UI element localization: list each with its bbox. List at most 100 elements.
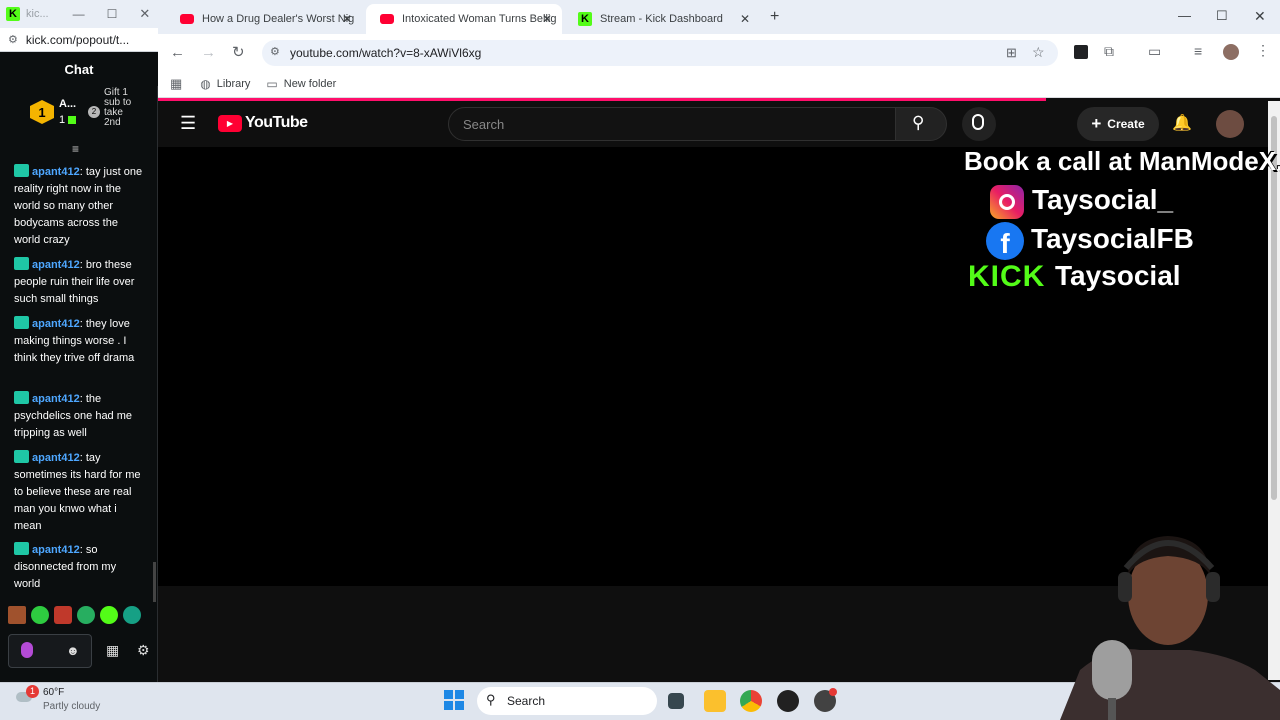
bookmark-star-icon[interactable]: ☆ xyxy=(1032,44,1045,61)
kick-logo: KICK xyxy=(968,260,1046,293)
tab-title: Stream - Kick Dashboard xyxy=(600,13,723,25)
task-view-icon[interactable] xyxy=(668,693,684,709)
windows-start-icon[interactable] xyxy=(444,690,464,710)
search-icon: ⚲ xyxy=(912,113,925,132)
chat-username[interactable]: apant412 xyxy=(32,544,80,556)
window-minimize-icon[interactable]: — xyxy=(1178,8,1191,23)
chat-message: apant412: they love making things worse … xyxy=(14,316,135,364)
sub-badge-icon xyxy=(14,542,29,555)
kick-favicon-icon: K xyxy=(578,12,592,26)
emoji-icon[interactable]: ☻ xyxy=(66,643,80,658)
voice-search-button[interactable] xyxy=(962,107,996,141)
tab-kick-dashboard[interactable]: K Stream - Kick Dashboard ✕ xyxy=(564,4,760,34)
emote-icon[interactable] xyxy=(77,606,95,624)
tab-title: How a Drug Dealer's Worst Nig xyxy=(202,13,355,25)
temperature: 60°F xyxy=(43,687,65,698)
hamburger-menu-icon[interactable]: ☰ xyxy=(180,113,196,134)
close-icon[interactable]: ✕ xyxy=(139,6,150,22)
gift-cta: Gift 1 sub to take 2nd xyxy=(104,87,132,128)
create-button[interactable]: + Create xyxy=(1077,107,1159,141)
address-bar[interactable]: ⚙ youtube.com/watch?v=8-xAWiVl6xg ⊞ ☆ xyxy=(262,40,1058,66)
webcam-feed xyxy=(1060,536,1280,720)
tab-close-icon[interactable]: ✕ xyxy=(740,12,750,26)
overlay-facebook-handle: TaysocialFB xyxy=(1031,223,1194,254)
window-maximize-icon[interactable]: ☐ xyxy=(1216,8,1228,24)
sub-badge-icon xyxy=(14,391,29,404)
site-settings-icon[interactable]: ⚙ xyxy=(8,33,18,46)
gifter-name: A... xyxy=(59,98,77,110)
emote-icon[interactable] xyxy=(100,606,118,624)
instagram-icon xyxy=(990,185,1024,219)
rank-number: 1 xyxy=(38,104,46,120)
overlay-kick-handle: Taysocial xyxy=(1055,260,1181,291)
tab-close-icon[interactable]: ✕ xyxy=(342,12,352,26)
tab-close-icon[interactable]: ✕ xyxy=(542,12,552,26)
minimize-icon[interactable]: — xyxy=(73,7,85,21)
obs-icon[interactable] xyxy=(777,690,799,712)
chat-scrollbar[interactable] xyxy=(153,562,156,602)
chat-message: apant412: bro these people ruin their li… xyxy=(14,257,135,305)
weather-widget[interactable]: 1 xyxy=(16,685,39,706)
emote-icon[interactable] xyxy=(54,606,72,624)
chat-username[interactable]: apant412 xyxy=(32,259,80,271)
chrome-menu-icon[interactable]: ⋮ xyxy=(1256,42,1270,59)
new-tab-button[interactable]: + xyxy=(770,8,779,26)
chat-title: Chat xyxy=(64,61,94,77)
kick-url: kick.com/popout/t... xyxy=(25,32,130,47)
taskbar-search-label: Search xyxy=(507,694,546,708)
back-icon[interactable]: ← xyxy=(170,44,185,61)
chat-username[interactable]: apant412 xyxy=(32,452,80,464)
profile-avatar[interactable] xyxy=(1223,44,1239,60)
sub-badge-icon xyxy=(14,450,29,463)
taskbar-search[interactable]: ⚲ Search xyxy=(477,687,657,715)
facebook-icon: f xyxy=(986,222,1024,260)
overlay-book-call: Book a call at ManModeX.co xyxy=(964,146,1280,176)
sub-badge-icon xyxy=(14,316,29,329)
forward-icon[interactable]: → xyxy=(201,44,216,61)
reload-icon[interactable]: ↻ xyxy=(232,43,245,61)
bookmark-new-folder[interactable]: New folder xyxy=(284,78,337,90)
chat-message: apant412: tay sometimes its hard for me … xyxy=(14,450,141,532)
gift-leaderboard[interactable]: 1 A... 1 2 Gift 1 sub to take 2nd xyxy=(0,86,158,140)
chrome-taskbar-icon[interactable] xyxy=(740,690,762,712)
notifications-bell-icon[interactable]: 🔔 xyxy=(1172,113,1192,133)
youtube-search-button[interactable]: ⚲ xyxy=(895,107,947,141)
plus-icon: + xyxy=(1091,114,1102,133)
chat-username[interactable]: apant412 xyxy=(32,166,80,178)
chat-username[interactable]: apant412 xyxy=(32,393,80,405)
settings-gear-icon[interactable]: ⚙ xyxy=(137,642,150,659)
install-app-icon[interactable]: ⊞ xyxy=(1006,45,1017,61)
pinned-toggle-icon[interactable]: ≡ xyxy=(72,142,79,156)
site-info-icon[interactable]: ⚙ xyxy=(270,45,280,58)
chat-message: apant412: tay just one reality right now… xyxy=(14,164,143,246)
store-icon[interactable]: ▦ xyxy=(106,642,119,659)
chat-text: tay just one reality right now in the wo… xyxy=(14,166,143,246)
emote-icon[interactable] xyxy=(8,606,26,624)
chat-username[interactable]: apant412 xyxy=(32,318,80,330)
file-explorer-icon[interactable] xyxy=(704,690,726,712)
youtube-logo[interactable]: ▶ YouTube xyxy=(218,114,308,132)
maximize-icon[interactable]: ☐ xyxy=(107,7,118,21)
tab-intoxicated-woman[interactable]: Intoxicated Woman Turns Bellig ✕ xyxy=(366,4,562,34)
browser-tab-strip: How a Drug Dealer's Worst Nig ✕ Intoxica… xyxy=(158,0,1280,34)
tab-drug-dealer[interactable]: How a Drug Dealer's Worst Nig ✕ xyxy=(166,4,362,34)
media-control-icon[interactable]: ≡ xyxy=(1194,43,1202,59)
url-text: youtube.com/watch?v=8-xAWiVl6xg xyxy=(290,46,482,60)
emote-icon[interactable] xyxy=(31,606,49,624)
tab-search-icon[interactable]: ▭ xyxy=(1148,43,1161,60)
extension-icon[interactable] xyxy=(1074,45,1088,59)
emote-icon[interactable] xyxy=(123,606,141,624)
search-placeholder: Search xyxy=(463,116,505,132)
extensions-puzzle-icon[interactable]: ⧉ xyxy=(1104,43,1114,60)
emote-bar xyxy=(8,606,150,630)
mic-icon[interactable] xyxy=(21,642,33,658)
create-label: Create xyxy=(1107,117,1145,131)
kick-address-bar[interactable]: ⚙ kick.com/popout/t... xyxy=(0,28,158,52)
microphone-stand xyxy=(1108,698,1116,720)
youtube-search-input[interactable]: Search xyxy=(448,107,896,141)
bookmark-library[interactable]: Library xyxy=(217,78,251,90)
window-close-icon[interactable]: ✕ xyxy=(1254,8,1266,25)
account-avatar[interactable] xyxy=(1216,110,1244,138)
microphone-icon xyxy=(972,114,984,130)
apps-grid-icon[interactable]: ▦ xyxy=(170,76,182,92)
